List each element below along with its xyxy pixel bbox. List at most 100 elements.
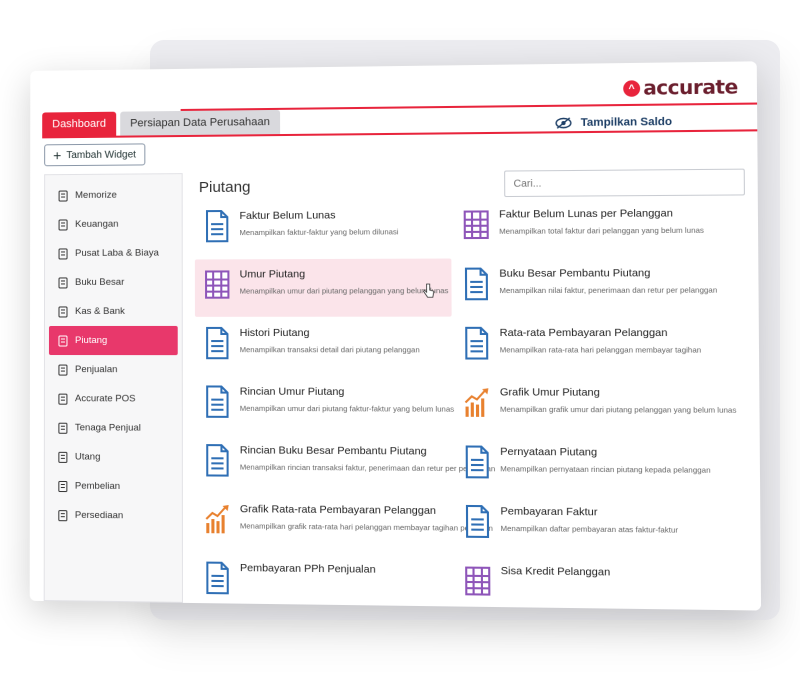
report-card[interactable]: Rata-rata Pembayaran Pelanggan Menampilk… — [454, 317, 718, 376]
report-description: Menampilkan daftar pembayaran atas faktu… — [500, 523, 679, 535]
report-card[interactable]: Pembayaran Faktur Menampilkan daftar pem… — [454, 496, 718, 557]
report-title: Pembayaran Faktur — [500, 505, 598, 519]
cart-icon — [57, 363, 69, 376]
table-icon — [465, 564, 490, 597]
wallet-icon — [57, 218, 69, 230]
report-title: Buku Besar Pembantu Piutang — [499, 267, 651, 280]
report-title: Grafik Rata-rata Pembayaran Pelanggan — [239, 503, 437, 517]
report-description — [501, 583, 711, 586]
sidebar-item-accurate-pos[interactable]: Accurate POS — [49, 384, 178, 414]
document-icon — [57, 247, 69, 259]
report-column-right: Faktur Belum Lunas per Pelanggan Menampi… — [453, 198, 736, 611]
report-card[interactable]: Faktur Belum Lunas Menampilkan faktur-fa… — [195, 199, 452, 258]
document-icon — [205, 444, 229, 477]
brand-logo: ^ accurate — [623, 76, 738, 100]
document-icon — [464, 268, 489, 301]
report-title: Faktur Belum Lunas — [239, 209, 336, 223]
chart-icon — [464, 386, 489, 419]
report-card[interactable]: Buku Besar Pembantu Piutang Menampilkan … — [453, 258, 717, 317]
sidebar-item-label: Tenaga Penjual — [74, 422, 141, 434]
bookmark-icon — [57, 190, 69, 202]
report-title: Faktur Belum Lunas per Pelanggan — [499, 207, 673, 221]
tab-dashboard[interactable]: Dashboard — [42, 111, 117, 137]
bag-icon — [57, 480, 69, 492]
report-card[interactable]: Sisa Kredit Pelanggan — [455, 555, 720, 610]
plus-icon: + — [53, 147, 62, 164]
report-card[interactable]: Pembayaran PPh Penjualan — [195, 552, 453, 610]
show-balance-toggle[interactable]: Tampilkan Saldo — [555, 116, 672, 129]
report-card[interactable]: Pernyataan Piutang Menampilkan pernyataa… — [454, 436, 718, 496]
report-card[interactable]: Grafik Umur Piutang Menampilkan grafik u… — [454, 377, 736, 437]
sidebar-item-buku-besar[interactable]: Buku Besar — [49, 268, 178, 297]
pos-icon — [57, 392, 69, 405]
book-icon — [57, 276, 69, 288]
add-widget-button[interactable]: + Tambah Widget — [44, 143, 146, 167]
tab-company-setup[interactable]: Persiapan Data Perusahaan — [120, 109, 281, 136]
report-card[interactable]: Rincian Umur Piutang Menampilkan umur da… — [195, 376, 455, 435]
report-card[interactable]: Grafik Rata-rata Pembayaran Pelanggan Me… — [195, 494, 493, 554]
document-icon — [465, 505, 490, 538]
app-window: ^ accurate Dashboard Persiapan Data Peru… — [29, 61, 762, 611]
sidebar-item-label: Persediaan — [74, 509, 124, 522]
sidebar-item-label: Penjualan — [74, 364, 118, 376]
main-panel: Piutang Faktur Belum Lunas Menampilkan f… — [190, 164, 762, 611]
brand-name: accurate — [643, 75, 738, 100]
brand-mark-icon: ^ — [623, 80, 641, 97]
receivable-icon — [57, 334, 69, 346]
table-icon — [464, 208, 489, 241]
hand-cursor-icon — [422, 283, 435, 299]
report-description: Menampilkan transaksi detail dari piutan… — [239, 345, 420, 355]
sidebar-item-pembelian[interactable]: Pembelian — [49, 471, 178, 501]
document-icon — [205, 210, 229, 242]
sidebar: Memorize Keuangan Pusat Laba & Biaya Buku B… — [43, 173, 183, 603]
report-title: Sisa Kredit Pelanggan — [500, 564, 611, 579]
report-title: Rincian Buku Besar Pembantu Piutang — [239, 444, 427, 458]
sidebar-item-label: Utang — [74, 451, 101, 463]
report-description: Menampilkan grafik rata-rata hari pelang… — [239, 521, 493, 533]
report-description: Menampilkan rata-rata hari pelanggan mem… — [499, 345, 702, 355]
sidebar-item-kas-bank[interactable]: Kas & Bank — [49, 297, 178, 326]
sidebar-item-label: Buku Besar — [75, 276, 125, 288]
sidebar-item-persediaan[interactable]: Persediaan — [49, 500, 178, 530]
report-description: Menampilkan faktur-faktur yang belum dil… — [239, 227, 399, 238]
sidebar-item-utang[interactable]: Utang — [49, 442, 178, 472]
sidebar-item-piutang[interactable]: Piutang — [48, 325, 178, 356]
sidebar-item-label: Keuangan — [75, 218, 119, 230]
report-title: Histori Piutang — [239, 326, 310, 340]
report-card[interactable]: Histori Piutang Menampilkan transaksi de… — [195, 318, 452, 376]
report-description: Menampilkan pernyataan rincian piutang k… — [500, 464, 711, 475]
document-icon — [205, 562, 230, 595]
report-description: Menampilkan umur dari piutang faktur-fak… — [239, 403, 455, 414]
report-description — [240, 580, 444, 582]
report-card[interactable]: Faktur Belum Lunas per Pelanggan Menampi… — [453, 198, 716, 258]
sidebar-item-pusat-laba-biaya[interactable]: Pusat Laba & Biaya — [49, 238, 178, 268]
page-title: Piutang — [198, 178, 251, 197]
chart-icon — [205, 503, 229, 536]
eye-slash-icon — [555, 117, 572, 129]
report-title: Rincian Umur Piutang — [239, 385, 345, 399]
inventory-icon — [57, 509, 69, 521]
report-card[interactable]: Umur Piutang Menampilkan umur dari piuta… — [194, 258, 452, 317]
report-title: Umur Piutang — [239, 268, 306, 281]
document-icon — [205, 327, 229, 359]
sidebar-item-memorize[interactable]: Memorize — [49, 180, 178, 210]
report-description: Menampilkan nilai faktur, penerimaan dan… — [499, 285, 718, 296]
sidebar-item-penjualan[interactable]: Penjualan — [49, 355, 178, 384]
report-title: Pernyataan Piutang — [500, 445, 598, 459]
sidebar-item-tenaga-penjual[interactable]: Tenaga Penjual — [49, 413, 178, 443]
report-title: Rata-rata Pembayaran Pelanggan — [499, 326, 668, 340]
sidebar-item-keuangan[interactable]: Keuangan — [49, 209, 178, 239]
sidebar-item-label: Kas & Bank — [75, 305, 125, 317]
report-description: Menampilkan rincian transaksi faktur, pe… — [239, 462, 496, 474]
bank-icon — [57, 305, 69, 317]
sidebar-item-label: Accurate POS — [74, 393, 136, 405]
payable-icon — [57, 451, 69, 463]
search-input[interactable] — [504, 168, 745, 198]
sidebar-item-label: Pusat Laba & Biaya — [75, 247, 159, 259]
report-card[interactable]: Rincian Buku Besar Pembantu Piutang Mena… — [195, 435, 496, 495]
report-title: Grafik Umur Piutang — [499, 386, 600, 399]
report-title: Pembayaran PPh Penjualan — [239, 561, 376, 576]
person-icon — [57, 422, 69, 434]
sidebar-item-label: Piutang — [74, 335, 108, 347]
report-grid: Faktur Belum Lunas Menampilkan faktur-fa… — [191, 197, 758, 201]
